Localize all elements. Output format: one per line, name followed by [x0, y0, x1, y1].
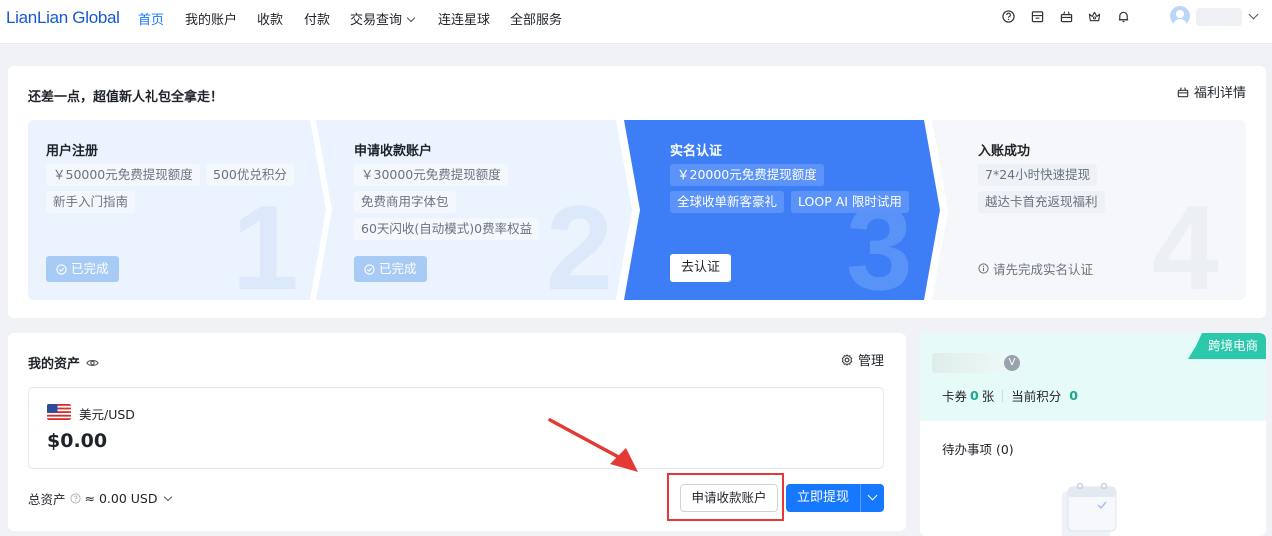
- my-assets-card: 我的资产 管理 美元/USD $0.00 总资产 ≈ 0.00 USD 申请收款…: [8, 333, 906, 531]
- eye-icon[interactable]: [86, 358, 99, 368]
- business-profile-panel: 跨境电商 V 卡券 0 张 当前积分 0 待办事项 (0): [920, 333, 1266, 536]
- todo-title: 待办事项 (0): [942, 442, 1014, 457]
- currency-label: 美元/USD: [79, 407, 135, 422]
- crown-icon[interactable]: [1088, 10, 1101, 23]
- benefit-tag: 60天闪收(自动模式)0费率权益: [354, 218, 540, 240]
- vip-badge: V: [1004, 355, 1020, 371]
- info-icon: [978, 263, 989, 274]
- balance-amount: $0.00: [47, 430, 108, 452]
- benefit-tag: ￥20000元免费提现额度: [670, 164, 824, 186]
- step-title: 实名认证: [670, 144, 723, 159]
- points-value[interactable]: 0: [1069, 388, 1078, 403]
- avatar[interactable]: [1170, 6, 1190, 26]
- brand-logo[interactable]: LianLian Global: [6, 8, 120, 28]
- empty-calendar-illustration-icon: [1062, 482, 1117, 536]
- annotation-arrow-icon: [548, 418, 638, 472]
- step-real-name-verification: 3 实名认证 ￥20000元免费提现额度 全球收单新客豪礼 LOOP AI 限时…: [624, 120, 942, 308]
- coupon-label: 卡券: [942, 389, 968, 404]
- manage-button[interactable]: 管理: [841, 350, 884, 369]
- gift-icon[interactable]: [1060, 10, 1073, 23]
- nav-item-all-services[interactable]: 全部服务: [510, 9, 562, 28]
- nav-item-receive[interactable]: 收款: [257, 9, 283, 28]
- nav-item-pay[interactable]: 付款: [304, 9, 330, 28]
- company-name-redacted: [932, 353, 1004, 373]
- completed-badge: 已完成: [354, 256, 427, 282]
- coupon-count[interactable]: 0: [970, 388, 979, 403]
- total-assets-value: ≈ 0.00 USD: [84, 491, 158, 506]
- bell-icon[interactable]: [1117, 10, 1130, 23]
- withdraw-dropdown-button[interactable]: [860, 484, 884, 512]
- step-apply-account: 2 申请收款账户 ￥30000元免费提现额度 免费商用字体包 60天闪收(自动模…: [316, 120, 634, 308]
- step-user-registration: 1 用户注册 ￥50000元免费提现额度 500优兑积分 新手入门指南 已完成: [28, 120, 328, 308]
- assets-title: 我的资产: [28, 353, 99, 372]
- apply-receiving-account-button[interactable]: 申请收款账户: [680, 484, 778, 512]
- coupon-unit: 张: [981, 389, 995, 404]
- benefit-tag: 越达卡首充返现福利: [978, 191, 1105, 213]
- divider: [1002, 389, 1004, 402]
- step-funds-received: 4 入账成功 7*24小时快速提现 越达卡首充返现福利 请先完成实名认证: [932, 120, 1246, 308]
- completed-badge: 已完成: [46, 256, 119, 282]
- benefit-tag: 新手入门指南: [46, 191, 136, 213]
- calendar-icon[interactable]: [1031, 10, 1044, 23]
- chevron-down-icon[interactable]: [1248, 9, 1259, 20]
- step-number: 2: [546, 181, 613, 315]
- welfare-details-label: 福利详情: [1193, 86, 1246, 101]
- chevron-down-icon[interactable]: [164, 492, 173, 501]
- check-circle-icon: [364, 263, 375, 275]
- withdraw-now-button[interactable]: 立即提现: [786, 484, 861, 512]
- onboarding-title: 还差一点，超值新人礼包全拿走！: [28, 90, 224, 105]
- help-icon[interactable]: [69, 493, 81, 504]
- step-title: 入账成功: [978, 144, 1031, 159]
- username-redacted: [1196, 8, 1242, 26]
- profile-stats: 卡券 0 张 当前积分 0: [942, 386, 1081, 405]
- assets-title-label: 我的资产: [28, 357, 81, 372]
- total-assets: 总资产 ≈ 0.00 USD: [28, 489, 173, 508]
- onboarding-card: 还差一点，超值新人礼包全拿走！ 福利详情 1 用户注册 ￥50000元免费提现额…: [8, 66, 1266, 318]
- check-circle-icon: [56, 263, 67, 275]
- step-number: 4: [1152, 181, 1219, 315]
- completed-label: 已完成: [379, 261, 417, 276]
- welfare-details-link[interactable]: 福利详情: [1177, 82, 1246, 101]
- benefit-tag: 免费商用字体包: [354, 191, 456, 213]
- cross-border-ecommerce-badge: 跨境电商: [1187, 333, 1266, 359]
- nav-item-my-account[interactable]: 我的账户: [185, 9, 237, 28]
- step-hint: 请先完成实名认证: [978, 259, 1093, 278]
- benefit-tag: ￥50000元免费提现额度: [46, 164, 200, 186]
- step-title: 用户注册: [46, 144, 99, 159]
- points-label: 当前积分: [1011, 389, 1062, 404]
- step-hint-label: 请先完成实名认证: [993, 262, 1094, 277]
- benefit-tag: ￥30000元免费提现额度: [354, 164, 508, 186]
- go-verify-button[interactable]: 去认证: [670, 254, 732, 282]
- usd-balance-box[interactable]: 美元/USD $0.00: [28, 387, 884, 469]
- top-navbar: LianLian Global 首页 我的账户 收款 付款 交易查询 连连星球 …: [0, 0, 1272, 44]
- completed-label: 已完成: [71, 261, 109, 276]
- onboarding-steps: 1 用户注册 ￥50000元免费提现额度 500优兑积分 新手入门指南 已完成 …: [28, 120, 1246, 308]
- gift-icon: [1177, 86, 1189, 97]
- total-assets-label: 总资产: [28, 492, 66, 507]
- benefit-tag: 7*24小时快速提现: [978, 164, 1098, 186]
- step-title: 申请收款账户: [354, 144, 433, 159]
- nav-item-home[interactable]: 首页: [138, 9, 164, 28]
- profile-header: 跨境电商 V 卡券 0 张 当前积分 0: [920, 333, 1266, 421]
- nav-item-transactions[interactable]: 交易查询: [350, 9, 416, 28]
- benefit-tag: 500优兑积分: [206, 164, 294, 186]
- chevron-down-icon: [406, 13, 416, 23]
- manage-label: 管理: [857, 354, 884, 369]
- benefit-tag: LOOP AI 限时试用: [791, 191, 909, 213]
- nav-item-planet[interactable]: 连连星球: [438, 9, 490, 28]
- us-flag-icon: [47, 404, 71, 420]
- nav-item-transactions-label: 交易查询: [350, 13, 403, 28]
- gear-icon: [841, 353, 853, 366]
- help-icon[interactable]: [1002, 10, 1015, 23]
- benefit-tag: 全球收单新客豪礼: [670, 191, 785, 213]
- step-number: 1: [232, 181, 299, 315]
